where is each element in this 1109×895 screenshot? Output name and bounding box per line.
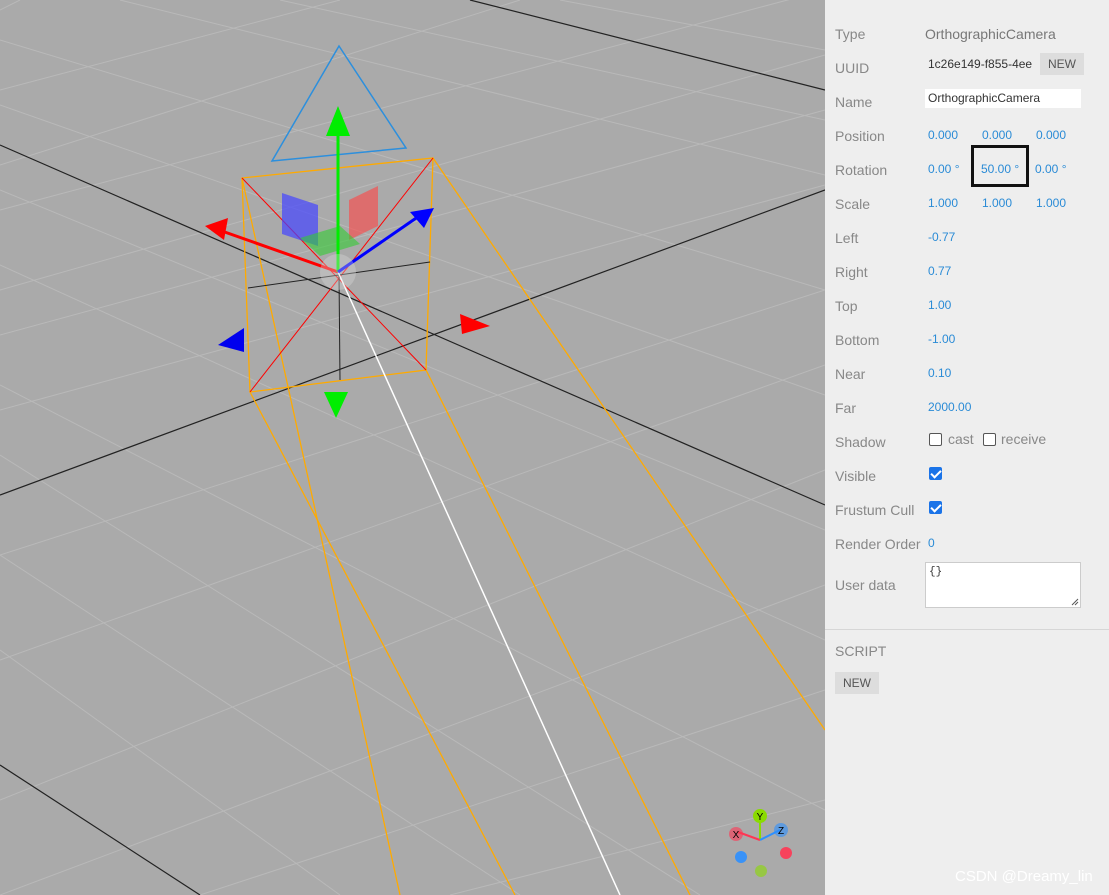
grid-center-lines xyxy=(0,0,825,895)
axis-label-z: Z xyxy=(778,826,784,837)
shadow-row: Shadow cast receive xyxy=(835,429,1105,453)
resize-grip-icon[interactable] xyxy=(1071,598,1079,606)
right-value[interactable]: 0.77 xyxy=(928,264,951,278)
cast-shadow-label: cast xyxy=(948,431,974,447)
uuid-label: UUID xyxy=(835,60,870,76)
uuid-row: UUID 1c26e149-f855-4ee NEW xyxy=(835,53,1105,79)
visible-checkbox[interactable] xyxy=(929,467,942,480)
far-label: Far xyxy=(835,400,856,416)
position-row: Position 0.000 0.000 0.000 xyxy=(835,123,1105,147)
center-handle xyxy=(320,254,356,290)
uuid-input[interactable]: 1c26e149-f855-4ee xyxy=(925,55,1037,74)
shadow-label: Shadow xyxy=(835,434,886,450)
receive-shadow-checkbox[interactable] xyxy=(983,433,996,446)
scale-label: Scale xyxy=(835,196,871,212)
script-title: SCRIPT xyxy=(835,643,887,659)
view-helper-y-neg xyxy=(755,865,767,877)
user-data-row: User data {} xyxy=(835,562,1105,610)
user-data-label: User data xyxy=(835,577,896,593)
render-order-row: Render Order 0 xyxy=(835,531,1105,555)
script-header: SCRIPT xyxy=(835,638,1105,662)
rotation-z[interactable]: 0.00 ° xyxy=(1035,162,1067,176)
name-row: Name OrthographicCamera xyxy=(835,89,1105,113)
bottom-value[interactable]: -1.00 xyxy=(928,332,955,346)
scale-z[interactable]: 1.000 xyxy=(1036,196,1066,210)
frustum-cull-checkbox[interactable] xyxy=(929,501,942,514)
right-row: Right 0.77 xyxy=(835,259,1105,283)
far-row: Far 2000.00 xyxy=(835,395,1105,419)
3d-viewport[interactable]: Y X Z xyxy=(0,0,825,895)
scale-row: Scale 1.000 1.000 1.000 xyxy=(835,191,1105,215)
render-order-label: Render Order xyxy=(835,536,921,552)
panel-divider xyxy=(825,629,1109,630)
type-label: Type xyxy=(835,26,866,42)
far-value[interactable]: 2000.00 xyxy=(928,400,971,414)
top-value[interactable]: 1.00 xyxy=(928,298,951,312)
name-label: Name xyxy=(835,94,873,110)
position-x[interactable]: 0.000 xyxy=(928,128,958,142)
uuid-new-button[interactable]: NEW xyxy=(1040,53,1084,75)
position-y[interactable]: 0.000 xyxy=(982,128,1012,142)
camera-frustum-helper xyxy=(241,44,825,895)
x-axis-arrow xyxy=(205,218,228,240)
top-row: Top 1.00 xyxy=(835,293,1105,317)
axis-label-x: X xyxy=(733,830,740,841)
left-label: Left xyxy=(835,230,859,246)
right-label: Right xyxy=(835,264,868,280)
plane-xy-handle xyxy=(349,186,378,240)
position-label: Position xyxy=(835,128,885,144)
rotation-y[interactable]: 50.00 ° xyxy=(981,162,1019,176)
script-new-button[interactable]: NEW xyxy=(835,672,879,694)
cast-shadow-checkbox[interactable] xyxy=(929,433,942,446)
user-data-textarea[interactable]: {} xyxy=(925,562,1081,608)
view-helper[interactable]: Y X Z xyxy=(729,809,792,877)
object-properties-panel: Type OrthographicCamera UUID 1c26e149-f8… xyxy=(825,0,1109,895)
scale-x[interactable]: 1.000 xyxy=(928,196,958,210)
type-value: OrthographicCamera xyxy=(925,26,1056,42)
visible-row: Visible xyxy=(835,463,1105,487)
view-helper-x-neg xyxy=(780,847,792,859)
visible-label: Visible xyxy=(835,468,876,484)
frustum-cull-row: Frustum Cull xyxy=(835,497,1105,521)
near-label: Near xyxy=(835,366,866,382)
y-axis-arrow xyxy=(326,106,350,136)
position-z[interactable]: 0.000 xyxy=(1036,128,1066,142)
scale-y[interactable]: 1.000 xyxy=(982,196,1012,210)
top-label: Top xyxy=(835,298,858,314)
watermark: CSDN @Dreamy_lin xyxy=(955,868,1093,885)
rotation-row: Rotation 0.00 ° 50.00 ° 0.00 ° xyxy=(835,145,1105,187)
receive-shadow-label: receive xyxy=(1001,431,1047,447)
left-row: Left -0.77 xyxy=(835,225,1105,249)
left-value[interactable]: -0.77 xyxy=(928,230,955,244)
view-helper-z-neg xyxy=(735,851,747,863)
near-value[interactable]: 0.10 xyxy=(928,366,951,380)
rotation-x[interactable]: 0.00 ° xyxy=(928,162,960,176)
name-input[interactable]: OrthographicCamera xyxy=(925,89,1081,108)
axis-label-y: Y xyxy=(757,812,764,823)
grid xyxy=(0,0,825,895)
z-neg-arrow xyxy=(218,328,244,352)
rotation-label: Rotation xyxy=(835,162,888,178)
bottom-row: Bottom -1.00 xyxy=(835,327,1105,351)
scene-canvas[interactable]: Y X Z xyxy=(0,0,825,895)
near-row: Near 0.10 xyxy=(835,361,1105,385)
render-order-value[interactable]: 0 xyxy=(928,536,935,550)
x-neg-arrow xyxy=(460,314,490,334)
bottom-label: Bottom xyxy=(835,332,880,348)
frustum-cull-label: Frustum Cull xyxy=(835,502,915,518)
type-row: Type OrthographicCamera xyxy=(835,21,1105,45)
